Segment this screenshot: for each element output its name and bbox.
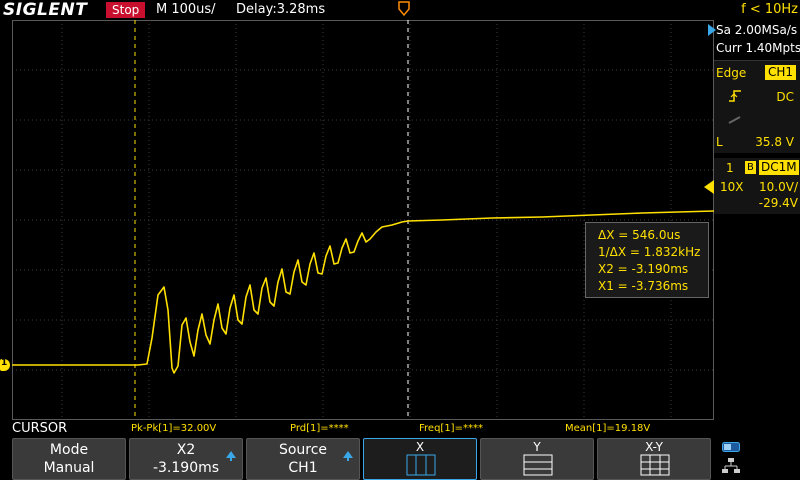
- sample-rate: Sa 2.00MSa/s: [716, 23, 798, 37]
- trigger-level-marker-icon[interactable]: [704, 180, 714, 194]
- cursor-readout-box: ΔX = 546.0us 1/ΔX = 1.832kHz X2 = -3.190…: [585, 222, 709, 298]
- channel-1-panel[interactable]: 1 B DC1M 10X 10.0V/ -29.4V: [714, 158, 800, 214]
- x-cursor-icon: [406, 454, 436, 476]
- trigger-position-marker-icon: [398, 1, 410, 17]
- channel-1-ground-marker[interactable]: 1: [0, 358, 10, 371]
- trigger-level-label: L: [716, 135, 723, 149]
- period-measurement: Prd[1]=****: [290, 423, 349, 434]
- right-info-panel: Sa 2.00MSa/s Curr 1.40Mpts Edge CH1 DC L…: [708, 20, 800, 420]
- toggle-switch-icon: [722, 442, 740, 452]
- network-icon: [722, 458, 740, 473]
- xy-cursor-icon: [640, 454, 670, 476]
- timebase-readout[interactable]: M 100us/: [156, 0, 216, 20]
- x2-softkey[interactable]: X2 -3.190ms: [129, 438, 243, 480]
- mean-measurement: Mean[1]=19.18V: [565, 423, 651, 434]
- xy-cursor-softkey[interactable]: X-Y: [597, 438, 711, 480]
- vertical-scale: 10.0V/: [759, 180, 798, 194]
- probe-attenuation: 10X: [720, 180, 744, 194]
- channel-coupling-badge: DC1M: [759, 160, 799, 175]
- trigger-source-badge: CH1: [765, 65, 797, 80]
- trigger-panel[interactable]: Edge CH1 DC L 35.8 V: [714, 60, 800, 153]
- mode-title: Mode: [49, 442, 89, 458]
- softkey-menu: Mode Manual X2 -3.190ms Source CH1 X Y X…: [0, 438, 800, 480]
- source-softkey[interactable]: Source CH1: [246, 438, 360, 480]
- y-cursor-softkey[interactable]: Y: [480, 438, 594, 480]
- vertical-offset: -29.4V: [758, 196, 798, 210]
- trigger-coupling: DC: [776, 90, 794, 104]
- run-state-badge[interactable]: Stop: [106, 2, 146, 18]
- cursor-x1-value: X1 = -3.736ms: [598, 279, 689, 293]
- x-cursor-softkey[interactable]: X: [363, 438, 477, 480]
- x-cursor-label: X: [415, 440, 425, 454]
- menu-title: CURSOR: [12, 421, 68, 436]
- cursor-delta-x: ΔX = 546.0us: [598, 228, 681, 242]
- rising-edge-icon: [729, 90, 741, 102]
- frequency-measurement: Freq[1]=****: [419, 423, 483, 434]
- xy-cursor-label: X-Y: [645, 440, 663, 454]
- top-status-bar: SIGLENT Stop M 100us/ Delay:3.28ms f < 1…: [0, 0, 800, 20]
- channel-number: 1: [726, 161, 734, 175]
- delay-readout[interactable]: Delay:3.28ms: [236, 0, 325, 20]
- cursor-x2-value: X2 = -3.190ms: [598, 262, 689, 276]
- trigger-level-value: 35.8 V: [755, 135, 794, 149]
- trigger-slope-icon: [728, 116, 741, 124]
- source-value: CH1: [288, 460, 318, 476]
- y-cursor-label: Y: [533, 440, 541, 454]
- trigger-frequency: f < 10Hz: [741, 2, 798, 17]
- acquisition-arrow-icon: [708, 24, 716, 36]
- y-cursor-icon: [523, 454, 553, 476]
- bandwidth-limit-badge: B: [745, 161, 756, 174]
- waveform-display[interactable]: [12, 20, 714, 420]
- brand-logo: SIGLENT: [3, 0, 88, 20]
- cursor-inverse-delta-x: 1/ΔX = 1.832kHz: [598, 245, 701, 259]
- channel-1-marker-label: 1: [1, 358, 8, 368]
- measurement-bar: CURSOR Pk-Pk[1]=32.00V Prd[1]=**** Freq[…: [0, 420, 800, 438]
- mode-softkey[interactable]: Mode Manual: [12, 438, 126, 480]
- pk-pk-measurement: Pk-Pk[1]=32.00V: [131, 423, 217, 434]
- system-status-area[interactable]: [718, 440, 798, 478]
- mode-value: Manual: [43, 460, 95, 476]
- trigger-type: Edge: [716, 66, 747, 80]
- x2-value: -3.190ms: [152, 460, 220, 476]
- memory-depth: Curr 1.40Mpts: [716, 41, 800, 55]
